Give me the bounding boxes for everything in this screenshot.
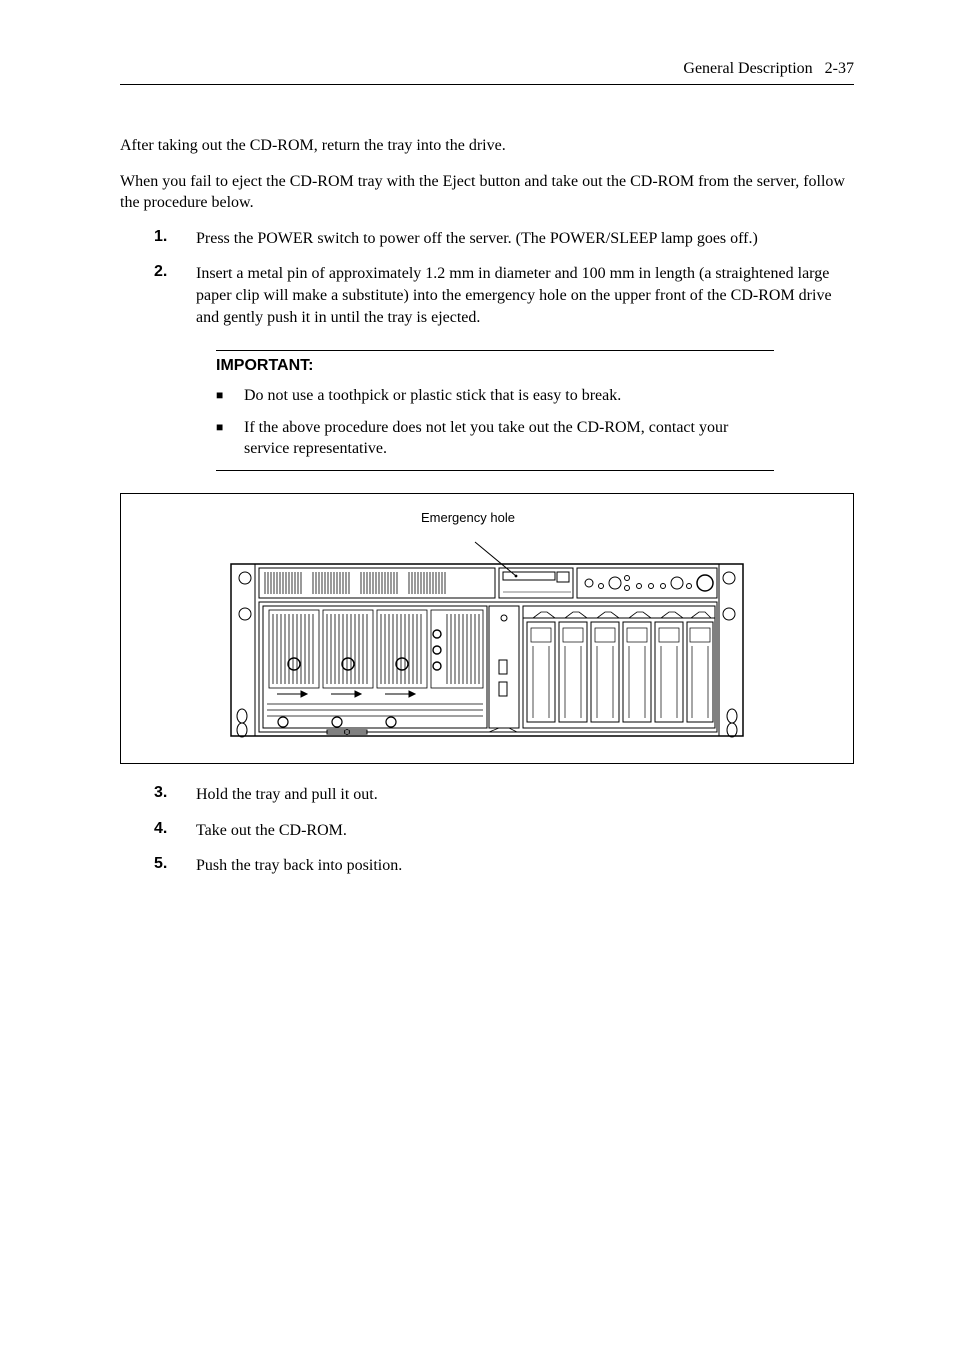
paragraph-2: When you fail to eject the CD-ROM tray w…	[120, 171, 854, 214]
figure: Emergency hole	[227, 514, 747, 749]
step-number: 2.	[120, 263, 196, 328]
step-text: Insert a metal pin of approximately 1.2 …	[196, 263, 854, 328]
step-number: 5.	[120, 855, 196, 877]
box-rule-top	[216, 350, 774, 351]
header-rule	[120, 84, 854, 85]
step-1: 1. Press the POWER switch to power off t…	[120, 228, 854, 250]
steps-bottom: 3. Hold the tray and pull it out. 4. Tak…	[120, 784, 854, 877]
steps-top: 1. Press the POWER switch to power off t…	[120, 228, 854, 328]
important-text: If the above procedure does not let you …	[244, 417, 774, 460]
server-front-illustration	[227, 514, 747, 744]
page-header: General Description 2-37	[120, 60, 854, 78]
step-text: Press the POWER switch to power off the …	[196, 228, 854, 250]
figure-frame: Emergency hole	[120, 493, 854, 764]
page-number: 2-37	[825, 60, 854, 77]
figure-label: Emergency hole	[421, 510, 515, 525]
step-text: Push the tray back into position.	[196, 855, 854, 877]
step-number: 4.	[120, 820, 196, 842]
important-title: IMPORTANT:	[216, 357, 774, 375]
page: General Description 2-37 After taking ou…	[0, 0, 954, 951]
step-4: 4. Take out the CD-ROM.	[120, 820, 854, 842]
paragraph-1: After taking out the CD-ROM, return the …	[120, 135, 854, 157]
step-2: 2. Insert a metal pin of approximately 1…	[120, 263, 854, 328]
step-text: Hold the tray and pull it out.	[196, 784, 854, 806]
important-item: ■ If the above procedure does not let yo…	[216, 417, 774, 460]
important-list: ■ Do not use a toothpick or plastic stic…	[216, 385, 774, 460]
step-3: 3. Hold the tray and pull it out.	[120, 784, 854, 806]
step-text: Take out the CD-ROM.	[196, 820, 854, 842]
square-bullet-icon: ■	[216, 385, 244, 407]
box-rule-bottom	[216, 470, 774, 471]
important-text: Do not use a toothpick or plastic stick …	[244, 385, 621, 407]
important-box: IMPORTANT: ■ Do not use a toothpick or p…	[216, 350, 774, 471]
step-number: 3.	[120, 784, 196, 806]
important-item: ■ Do not use a toothpick or plastic stic…	[216, 385, 774, 407]
step-number: 1.	[120, 228, 196, 250]
step-5: 5. Push the tray back into position.	[120, 855, 854, 877]
section-title: General Description	[683, 60, 812, 77]
square-bullet-icon: ■	[216, 417, 244, 460]
